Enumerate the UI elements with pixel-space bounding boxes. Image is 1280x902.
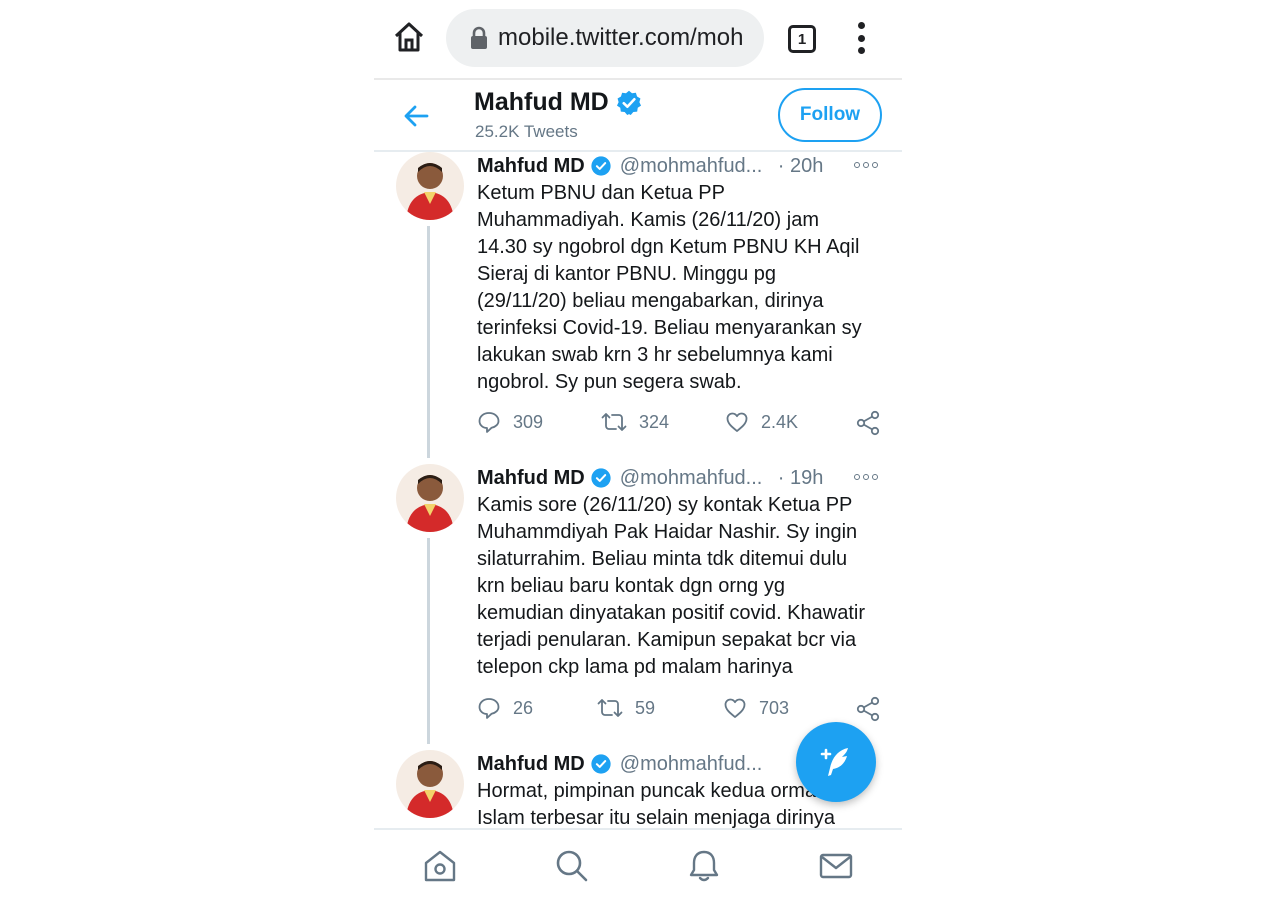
home-icon[interactable] [392,20,426,54]
lock-icon [471,26,487,49]
reply-count: 26 [513,697,534,718]
author-handle[interactable]: @mohmahfud... [620,753,768,776]
verified-icon [591,156,611,176]
bottom-navigation [374,828,902,902]
like-count: 703 [759,697,790,718]
profile-name: Mahfud MD [474,88,643,117]
reply-icon [478,412,500,433]
more-icon[interactable] [854,474,878,480]
share-icon [856,696,880,722]
more-icon[interactable] [854,162,878,168]
tweet-time[interactable]: · 20h [778,155,824,178]
tweet-count: 25.2K Tweets [475,122,578,141]
avatar[interactable] [396,464,464,532]
follow-button[interactable]: Follow [778,88,882,142]
share-icon [856,410,880,436]
share-button[interactable] [855,410,893,436]
share-button[interactable] [855,696,893,722]
retweet-icon [601,413,627,431]
tweet[interactable]: Mahfud MD @mohmahfud... · 19h Kamis sore… [374,464,902,744]
reply-icon [478,698,500,719]
tweet[interactable]: Mahfud MD @mohmahfud... · 20h Ketum PBNU… [374,152,902,452]
author-name[interactable]: Mahfud MD [477,467,585,490]
author-handle[interactable]: @mohmahfud... [620,155,768,178]
verified-icon [591,468,611,488]
address-bar[interactable]: mobile.twitter.com/moh [446,9,764,67]
retweet-icon [597,699,623,717]
retweet-button[interactable]: 324 [601,410,669,434]
verified-icon [591,754,611,774]
avatar[interactable] [396,152,464,220]
reply-button[interactable]: 309 [477,410,543,434]
tab-switcher-button[interactable]: 1 [788,25,816,53]
search-icon[interactable] [554,848,590,884]
author-name[interactable]: Mahfud MD [477,753,585,776]
home-nav-icon[interactable] [422,848,458,884]
tweet-text: Kamis sore (26/11/20) sy kontak Ketua PP… [477,494,865,678]
like-icon [726,412,748,432]
tweet-actions: 309 324 2.4K [477,410,887,438]
tweet-time[interactable]: · 19h [778,467,824,490]
like-count: 2.4K [761,411,799,432]
avatar[interactable] [396,750,464,818]
like-icon [724,698,746,718]
retweet-count: 324 [639,411,670,432]
browser-menu-icon[interactable] [854,22,868,54]
back-arrow-icon[interactable] [402,102,430,130]
notifications-icon[interactable] [686,848,722,884]
profile-header: Mahfud MD 25.2K Tweets Follow [374,78,902,152]
like-button[interactable]: 2.4K [725,410,798,434]
like-button[interactable]: 703 [723,696,789,720]
author-handle[interactable]: @mohmahfud... [620,467,768,490]
retweet-button[interactable]: 59 [597,696,655,720]
browser-toolbar: mobile.twitter.com/moh 1 [374,0,902,78]
tweet-header: Mahfud MD @mohmahfud... · 19h [477,464,887,492]
tweet-header: Mahfud MD @mohmahfud... · 20h [477,152,887,180]
tweet-actions: 26 59 703 [477,696,887,724]
reply-count: 309 [513,411,544,432]
author-name[interactable]: Mahfud MD [477,155,585,178]
compose-button[interactable] [796,722,876,802]
messages-icon[interactable] [818,848,854,884]
retweet-count: 59 [635,697,656,718]
reply-button[interactable]: 26 [477,696,533,720]
profile-name-text: Mahfud MD [474,88,609,116]
verified-icon [616,90,641,115]
url-text: mobile.twitter.com/moh [498,24,744,51]
compose-icon [820,748,848,776]
tweet-text: Ketum PBNU dan Ketua PP Muhammadiyah. Ka… [477,182,862,393]
